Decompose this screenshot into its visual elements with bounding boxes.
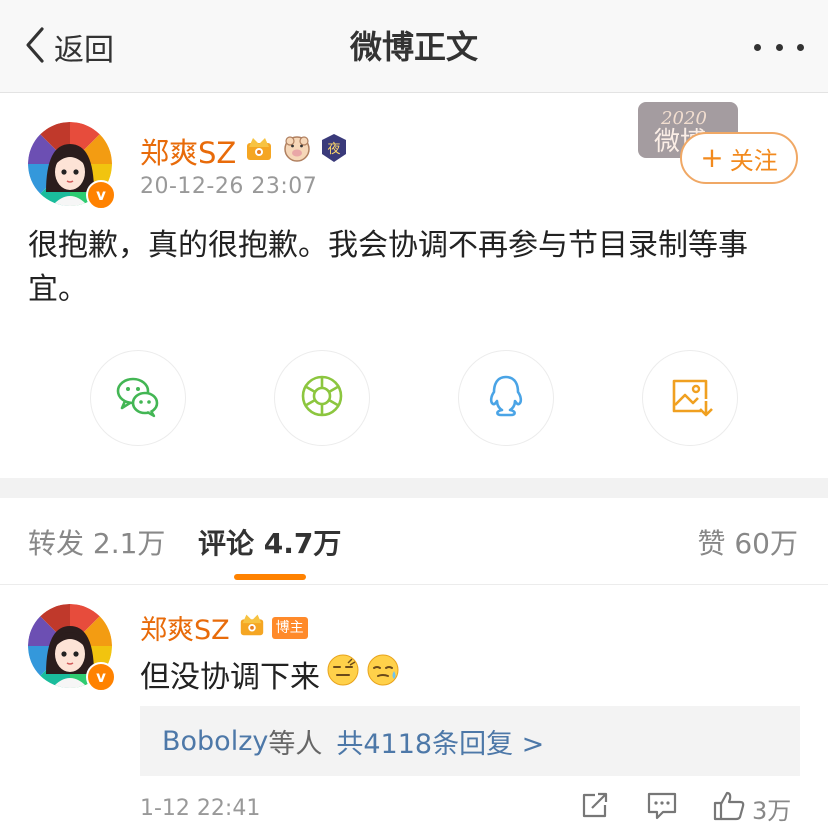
comment-author-name: 郑爽SZ (140, 615, 230, 646)
more-dots-icon[interactable] (754, 36, 804, 58)
repost-icon (580, 790, 610, 824)
like-button[interactable]: 3万 (712, 790, 791, 826)
vip-crown-icon (238, 610, 266, 645)
post-time: 20-12-26 23:07 (140, 174, 318, 199)
nav-bar: 返回 微博正文 (0, 0, 828, 93)
plus-icon: + (700, 141, 724, 174)
wechat-icon (113, 371, 163, 425)
comment-icon (646, 790, 678, 824)
comment-text: 但没协调下来 (140, 652, 400, 696)
post-author[interactable]: 郑爽SZ 夜 (140, 130, 348, 172)
emoji-embarrassed-icon (326, 653, 360, 695)
banner-year: 2020 (660, 108, 707, 129)
replies-link[interactable]: Bobolzy 等人 共4118条回复 > (140, 706, 800, 776)
share-moments-button[interactable] (274, 350, 370, 446)
post-text: 很抱歉，真的很抱歉。我会协调不再参与节目录制等事宜。 (28, 228, 748, 307)
host-tag: 博主 (271, 616, 308, 639)
comment-time: 1-12 22:41 (140, 796, 261, 821)
emoji-sweat-icon (366, 653, 400, 695)
like-count: 3万 (752, 796, 792, 825)
page-title: 微博正文 (349, 28, 478, 66)
share-wechat-button[interactable] (90, 350, 186, 446)
moments-icon (297, 371, 347, 425)
save-image-button[interactable] (642, 350, 738, 446)
pig-badge-icon (282, 133, 312, 170)
tab-repost[interactable]: 转发 2.1万 (28, 522, 165, 562)
tab-comments[interactable]: 评论 4.7万 (198, 522, 341, 562)
night-badge-icon: 夜 (320, 133, 348, 170)
repost-button[interactable] (580, 790, 610, 824)
verified-icon: v (86, 662, 116, 692)
tab-bar: 转发 2.1万 评论 4.7万 赞 60万 (0, 498, 828, 585)
section-separator (0, 478, 828, 498)
replies-suffix: 等人 (268, 728, 323, 760)
comment-author[interactable]: 郑爽SZ 博主 (140, 608, 308, 647)
vip-crown-icon (244, 133, 274, 170)
follow-label: 关注 (729, 146, 778, 175)
comment-button[interactable] (646, 790, 678, 824)
save-image-icon (665, 371, 715, 425)
like-icon (712, 790, 746, 826)
author-name: 郑爽SZ (140, 136, 237, 170)
active-tab-indicator (234, 574, 306, 580)
comment-body: 但没协调下来 (140, 660, 320, 695)
follow-button[interactable]: + 关注 (680, 132, 798, 184)
qq-icon (481, 371, 531, 425)
replies-users: Bobolzy (162, 725, 269, 757)
share-qq-button[interactable] (458, 350, 554, 446)
verified-icon: v (86, 180, 116, 210)
night-badge-label: 夜 (328, 142, 341, 157)
tab-likes[interactable]: 赞 60万 (697, 522, 798, 562)
replies-count: 共4118条回复 > (336, 728, 545, 760)
